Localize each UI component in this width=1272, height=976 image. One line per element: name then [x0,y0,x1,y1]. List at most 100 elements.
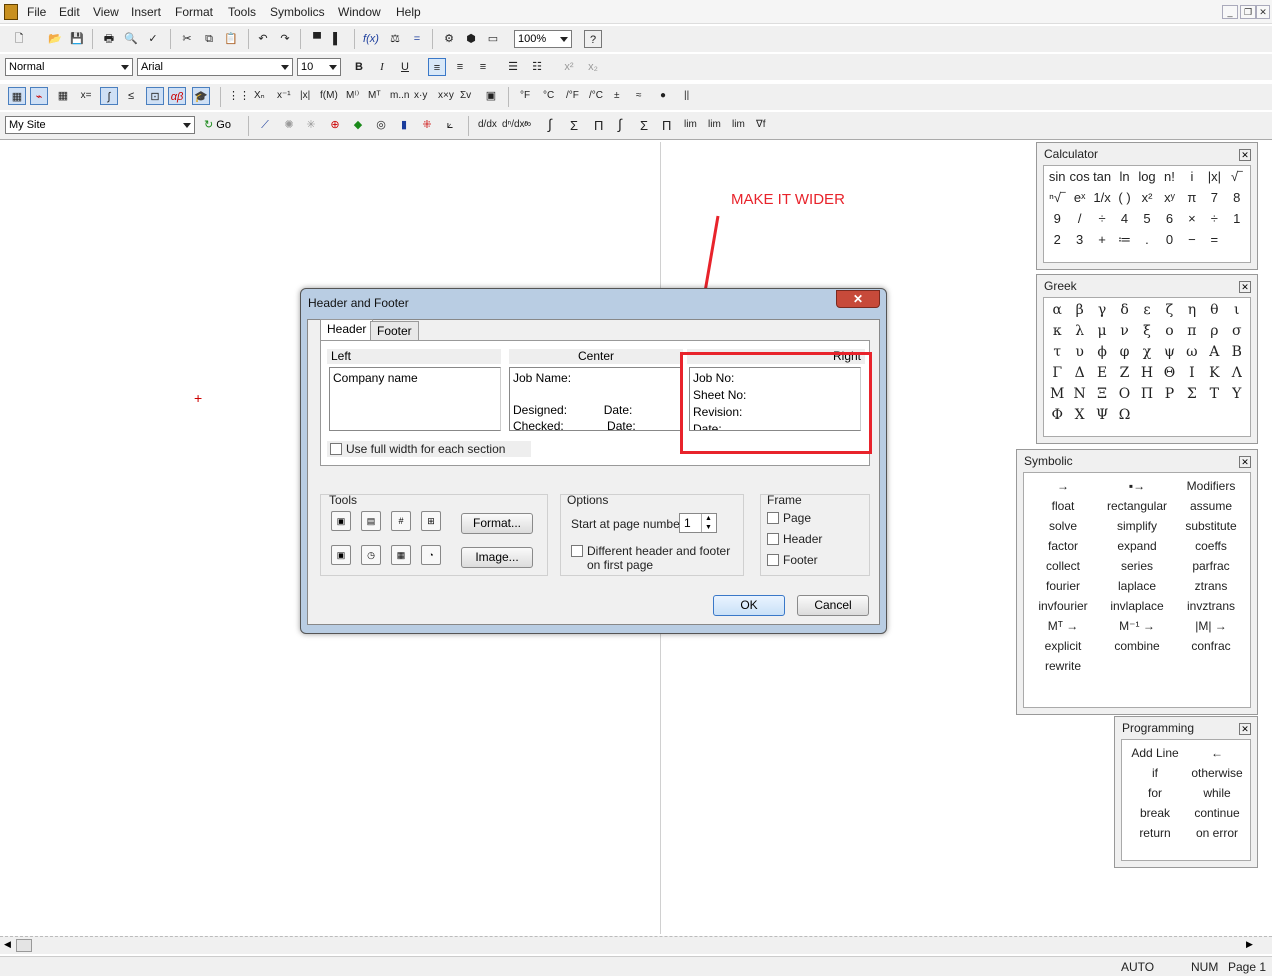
greek-button[interactable]: ν [1113,323,1135,339]
calculator-close-icon[interactable]: ✕ [1239,149,1251,161]
dialog-close-button[interactable]: ✕ [836,290,880,308]
greek-button[interactable]: τ [1046,344,1068,360]
symbolic-button[interactable]: invlaplace [1100,599,1174,613]
frame-page-checkbox[interactable] [767,512,779,524]
greek-button[interactable]: Ι [1181,365,1203,381]
page-spinner-icon[interactable]: ▲ ▼ [701,514,715,532]
menu-window[interactable]: Window [338,5,381,19]
vectorize-icon[interactable]: f(M) [320,90,338,101]
menu-file[interactable]: File [27,5,46,19]
calculator-button[interactable]: n! [1158,169,1180,184]
greek-button[interactable]: Μ [1046,386,1068,402]
definite-integral-icon[interactable]: ∫ [548,116,552,132]
print-icon[interactable]: 🖶 [100,30,118,48]
underline-icon[interactable]: U [396,58,414,76]
symbolic-button[interactable]: invztrans [1174,599,1248,613]
scroll-thumb[interactable] [16,939,32,952]
symbolic-button[interactable]: M⁻¹ → [1100,619,1174,633]
programming-button[interactable]: return [1124,826,1186,840]
numbering-icon[interactable]: ☷ [528,58,546,76]
close-icon[interactable]: ✕ [1256,5,1270,19]
greek-button[interactable]: Θ [1158,365,1180,381]
symbolic-button[interactable]: coeffs [1174,539,1248,553]
calculator-button[interactable]: + [1091,232,1113,248]
greek-button[interactable]: ρ [1203,323,1225,339]
style-select[interactable]: Normal [5,58,133,76]
superscript-icon[interactable]: x² [560,58,578,76]
vector-field-icon[interactable]: ⁜ [418,116,436,134]
programming-button[interactable]: while [1186,786,1248,800]
font-select[interactable]: Arial [137,58,293,76]
greek-button[interactable]: Ψ [1091,407,1113,423]
dot-product-icon[interactable]: x·y [414,90,427,101]
graph-toolbar-icon[interactable]: ⌁ [30,87,48,105]
time-tool-icon[interactable]: ◔ [421,545,441,565]
calculator-button[interactable]: 0 [1158,232,1180,248]
align-center-icon[interactable]: ≡ [451,58,469,76]
scroll-left-icon[interactable]: ◀ [4,939,11,950]
summation-icon[interactable]: Σ [570,118,578,133]
bold-icon[interactable]: B [350,58,368,76]
plus-minus-icon[interactable]: ± [614,90,620,101]
greek-button[interactable]: β [1068,302,1090,318]
subscript-index-icon[interactable]: Xₙ [254,90,265,101]
greek-button[interactable]: Δ [1068,365,1090,381]
menu-format[interactable]: Format [175,5,213,19]
undo-icon[interactable]: ↶ [254,30,272,48]
copy-icon[interactable]: ⧉ [200,30,218,48]
parallel-icon[interactable]: || [684,90,689,101]
symbolic-button[interactable]: combine [1100,639,1174,653]
bar-chart-icon[interactable]: ▮ [395,116,413,134]
align-right-icon[interactable]: ≡ [474,58,492,76]
symbolic-button[interactable]: invfourier [1026,599,1100,613]
symbolic-button[interactable]: confrac [1174,639,1248,653]
3d-bar-icon[interactable]: ◎ [372,116,390,134]
align-across-icon[interactable]: ▀ [308,30,326,48]
image-button[interactable]: Image... [461,547,533,568]
symbolic-button[interactable]: → [1026,479,1100,493]
contour-plot-icon[interactable]: ⊕ [326,116,344,134]
window-icon[interactable]: ▭ [484,30,502,48]
greek-button[interactable]: γ [1091,302,1113,318]
limit-icon[interactable]: lim [684,119,697,130]
cut-icon[interactable]: ✂ [178,30,196,48]
calculator-button[interactable]: 1 [1226,211,1248,226]
symbolic-button[interactable]: parfrac [1174,559,1248,573]
menu-tools[interactable]: Tools [228,5,256,19]
symbolic-button[interactable]: Modifiers [1174,479,1248,493]
greek-button[interactable]: ϕ [1091,344,1113,360]
greek-button[interactable]: Ζ [1113,365,1135,381]
programming-button[interactable]: otherwise [1186,766,1248,780]
calculator-button[interactable]: ÷ [1203,211,1225,226]
subscript-icon[interactable]: x₂ [584,58,602,76]
greek-button[interactable]: δ [1113,302,1135,318]
programming-button[interactable]: break [1124,806,1186,820]
new-icon[interactable]: 🗋 [10,30,28,48]
greek-button[interactable]: μ [1091,323,1113,339]
greek-button[interactable]: Λ [1226,365,1248,381]
spellcheck-icon[interactable]: ✓ [144,30,162,48]
calculator-button[interactable]: ( ) [1113,190,1135,205]
scroll-right-icon[interactable]: ▶ [1246,939,1253,950]
site-select[interactable]: My Site [5,116,195,134]
3d-scatter-icon[interactable]: ◆ [349,116,367,134]
greek-button[interactable]: ω [1181,344,1203,360]
calculator-button[interactable]: ÷ [1091,211,1113,226]
calculator-button[interactable]: ≔ [1113,232,1135,248]
greek-button[interactable]: λ [1068,323,1090,339]
greek-button[interactable]: Α [1203,344,1225,360]
paste-icon[interactable]: 📋 [222,30,240,48]
greek-button[interactable]: Κ [1203,365,1225,381]
calculator-button[interactable]: 6 [1158,211,1180,226]
xy-plot-icon[interactable]: ⟋ [256,116,274,134]
programming-button[interactable]: on error [1186,826,1248,840]
calculator-button[interactable]: |x| [1203,169,1225,184]
evaluation-toolbar-icon[interactable]: x= [77,87,95,105]
symbolic-button[interactable]: assume [1174,499,1248,513]
greek-button[interactable]: Β [1226,344,1248,360]
save-icon[interactable]: 💾 [68,30,86,48]
format-button[interactable]: Format... [461,513,533,534]
column-icon[interactable]: M⁽⁾ [346,90,359,101]
greek-button[interactable]: Ρ [1158,386,1180,402]
calculator-button[interactable]: / [1068,211,1090,226]
